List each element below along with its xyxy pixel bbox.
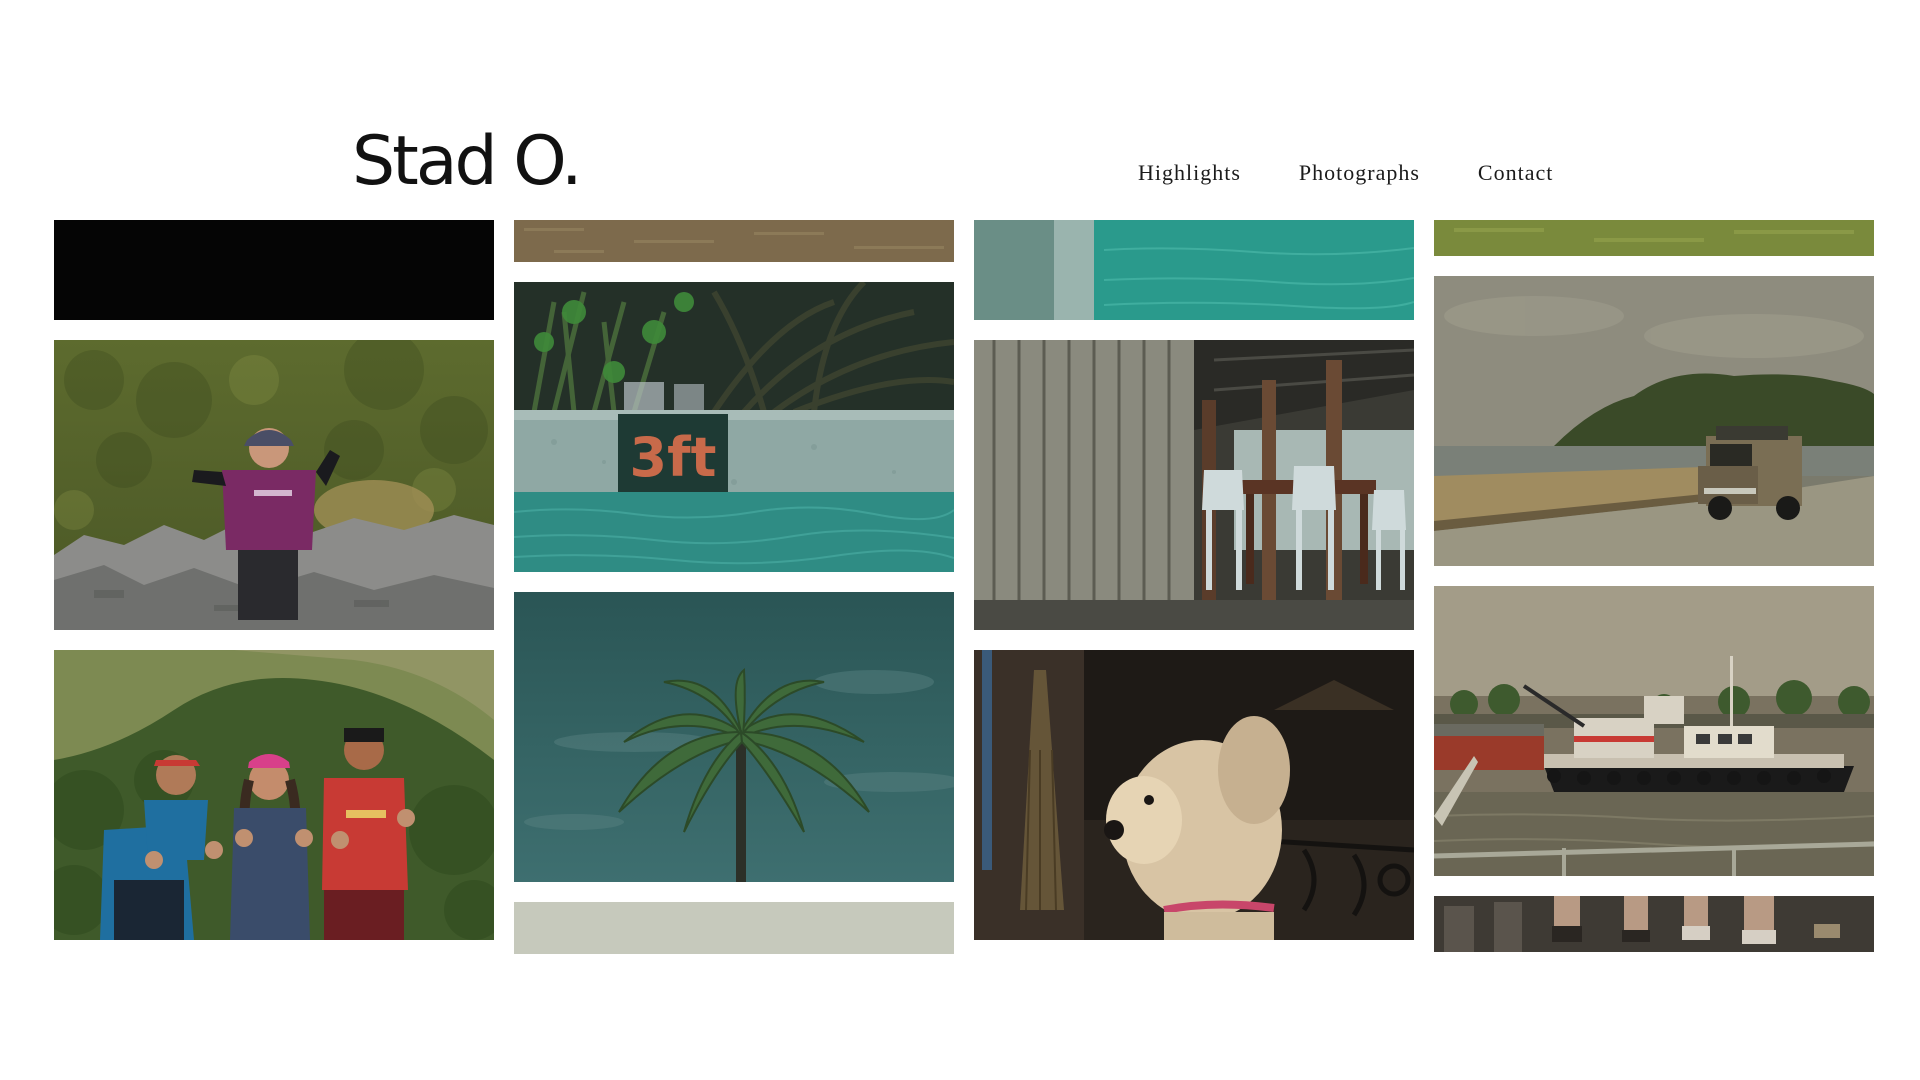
gallery-column-3 [974,220,1414,954]
coastal-jeep-image [1434,276,1874,566]
poolside-tables-image [974,340,1414,630]
dry-grass-image [514,220,954,262]
pool-sign-text: 3ft [630,426,717,489]
photo-three-hikers[interactable] [54,650,494,940]
photo-coastal-jeep[interactable] [1434,276,1874,566]
people-walking-image [1434,896,1874,952]
gallery-column-1 [54,220,494,954]
palm-tree-image [524,668,954,882]
green-grass-image [1434,220,1874,256]
photo-dry-grass[interactable] [514,220,954,262]
white-dog-image [974,650,1414,940]
photo-tugboat-harbor[interactable] [1434,586,1874,876]
three-hikers-image [54,650,494,940]
pool-sign-image: 3ft [514,282,954,572]
page: Stad O. Highlights Photographs Contact 3… [0,0,1920,1080]
photo-pool-edge[interactable] [974,220,1414,320]
gallery-column-2: 3ft [514,220,954,954]
photo-pool-3ft-sign[interactable]: 3ft [514,282,954,572]
photo-green-grass[interactable] [1434,220,1874,256]
tugboat-harbor-image [1434,586,1874,876]
photo-palm-tree[interactable] [514,592,954,882]
gallery-column-4 [1434,220,1874,954]
photo-poolside-tables[interactable] [974,340,1414,630]
pool-edge-image [974,220,1414,320]
photo-hiker-purple[interactable] [54,340,494,630]
hiker-purple-image [54,340,494,630]
photo-dark[interactable] [54,220,494,320]
photo-pale-sky[interactable] [514,902,954,954]
photo-white-dog[interactable] [974,650,1414,940]
photo-people-walking[interactable] [1434,896,1874,952]
photo-gallery: 3ft [0,0,1920,1080]
